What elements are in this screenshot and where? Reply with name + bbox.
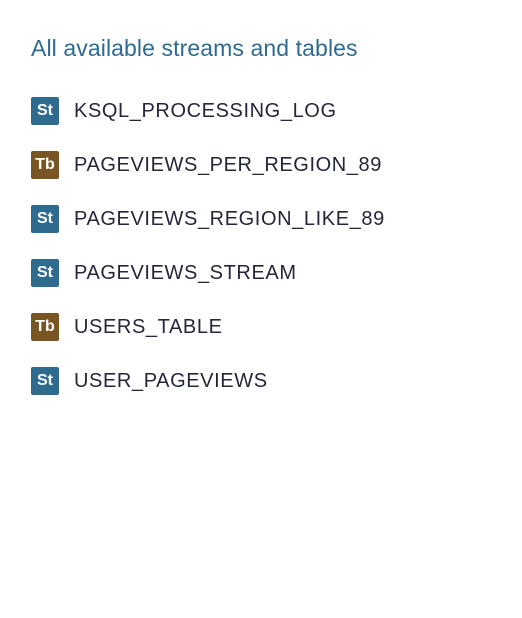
- streams-tables-panel: All available streams and tables St KSQL…: [31, 32, 501, 417]
- item-label: KSQL_PROCESSING_LOG: [74, 99, 337, 122]
- table-badge-icon: Tb: [31, 151, 59, 179]
- stream-badge-icon: St: [31, 97, 59, 125]
- stream-list: St KSQL_PROCESSING_LOG Tb PAGEVIEWS_PER_…: [31, 75, 501, 417]
- item-label: PAGEVIEWS_STREAM: [74, 261, 297, 284]
- list-item[interactable]: St USER_PAGEVIEWS: [31, 345, 501, 417]
- item-label: PAGEVIEWS_REGION_LIKE_89: [74, 207, 385, 230]
- panel-title: All available streams and tables: [31, 35, 358, 61]
- stream-badge-icon: St: [31, 259, 59, 287]
- item-label: USERS_TABLE: [74, 315, 223, 338]
- table-badge-icon: Tb: [31, 313, 59, 341]
- item-label: USER_PAGEVIEWS: [74, 369, 268, 392]
- item-label: PAGEVIEWS_PER_REGION_89: [74, 153, 382, 176]
- stream-badge-icon: St: [31, 367, 59, 395]
- stream-badge-icon: St: [31, 205, 59, 233]
